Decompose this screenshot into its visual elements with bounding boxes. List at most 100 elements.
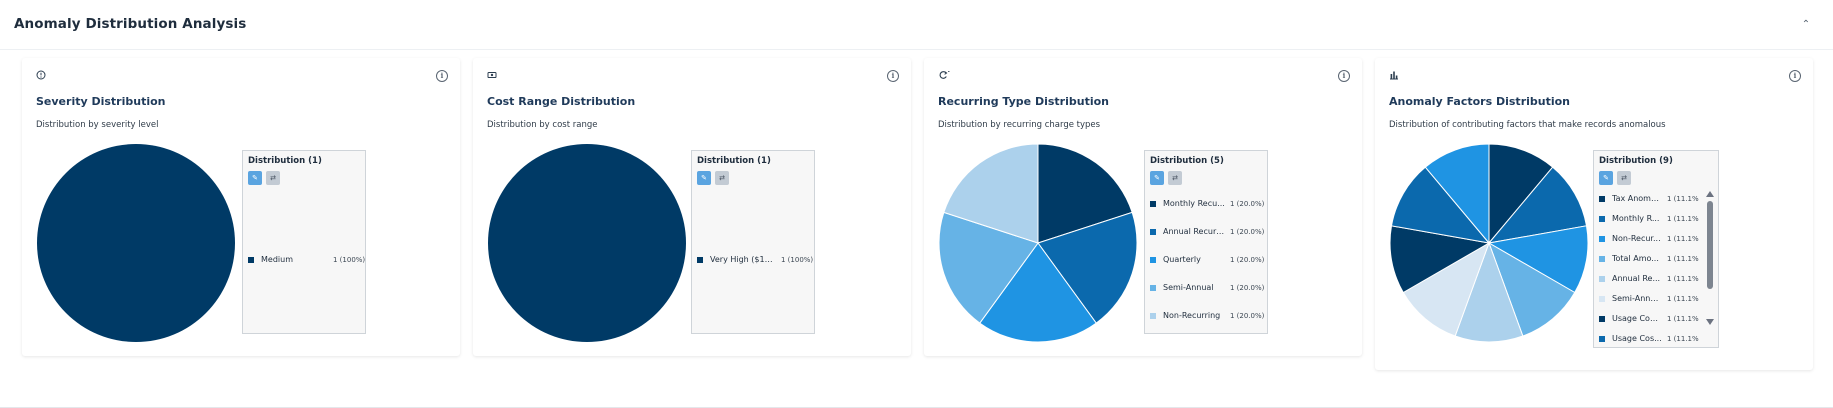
legend-value: 1 (20.0%) xyxy=(1230,284,1265,292)
legend-item[interactable]: Total Amo... 1 (11.1% xyxy=(1599,253,1713,265)
chart-legend: Distribution (1) ✎ ⇄ Medium 1 (100%) xyxy=(242,150,366,334)
card-title: Recurring Type Distribution xyxy=(938,95,1109,108)
shuffle-icon[interactable]: ⇄ xyxy=(715,171,729,185)
legend-title: Distribution (5) xyxy=(1150,156,1224,166)
pie-chart[interactable] xyxy=(938,143,1138,343)
legend-value: 1 (11.1% xyxy=(1667,215,1699,223)
money-icon xyxy=(487,70,499,82)
legend-value: 1 (11.1% xyxy=(1667,255,1699,263)
info-icon[interactable]: i xyxy=(1789,70,1801,82)
legend-label: Semi-Annual xyxy=(1163,283,1214,292)
legend-value: 1 (20.0%) xyxy=(1230,200,1265,208)
legend-label: Tax Anoma... xyxy=(1612,194,1662,203)
pie-chart[interactable] xyxy=(487,143,687,343)
scroll-down-icon[interactable] xyxy=(1706,319,1714,325)
pencil-icon[interactable]: ✎ xyxy=(1150,171,1164,185)
legend-title: Distribution (9) xyxy=(1599,156,1673,166)
legend-label: Annual Recurr... xyxy=(1163,227,1225,236)
panel-header: Anomaly Distribution Analysis ⌃ xyxy=(0,0,1833,50)
legend-item[interactable]: Annual Re... 1 (11.1% xyxy=(1599,273,1713,285)
legend-item[interactable]: Usage Cos... 1 (11.1% xyxy=(1599,333,1713,345)
legend-item[interactable]: Medium 1 (100%) xyxy=(248,254,365,266)
legend-swatch xyxy=(248,257,254,263)
card-recurring-type-distribution: i Recurring Type Distribution Distributi… xyxy=(924,58,1362,356)
legend-title: Distribution (1) xyxy=(697,156,771,166)
pie-slice[interactable] xyxy=(37,144,235,342)
legend-swatch xyxy=(1599,296,1605,302)
pencil-icon[interactable]: ✎ xyxy=(1599,171,1613,185)
bar-chart-icon xyxy=(1389,70,1401,82)
legend-item[interactable]: Semi-Annu... 1 (11.1% xyxy=(1599,293,1713,305)
card-anomaly-factors-distribution: i Anomaly Factors Distribution Distribut… xyxy=(1375,58,1813,370)
legend-swatch xyxy=(1150,257,1156,263)
card-title: Severity Distribution xyxy=(36,95,166,108)
card-subtitle: Distribution by cost range xyxy=(487,120,598,130)
legend-swatch xyxy=(697,257,703,263)
pie-slice[interactable] xyxy=(488,144,686,342)
legend-value: 1 (20.0%) xyxy=(1230,256,1265,264)
legend-label: Non-Recur... xyxy=(1612,234,1661,243)
legend-value: 1 (11.1% xyxy=(1667,235,1699,243)
legend-swatch xyxy=(1150,201,1156,207)
shuffle-icon[interactable]: ⇄ xyxy=(266,171,280,185)
info-icon[interactable]: i xyxy=(436,70,448,82)
legend-swatch xyxy=(1599,236,1605,242)
pencil-icon[interactable]: ✎ xyxy=(697,171,711,185)
legend-item[interactable]: Non-Recur... 1 (11.1% xyxy=(1599,233,1713,245)
legend-swatch xyxy=(1599,256,1605,262)
legend-label: Total Amo... xyxy=(1612,254,1659,263)
card-severity-distribution: i Severity Distribution Distribution by … xyxy=(22,58,460,356)
legend-label: Quarterly xyxy=(1163,255,1201,264)
card-title: Cost Range Distribution xyxy=(487,95,636,108)
shuffle-icon[interactable]: ⇄ xyxy=(1617,171,1631,185)
legend-item[interactable]: Quarterly 1 (20.0%) xyxy=(1150,254,1264,266)
legend-label: Very High ($10... xyxy=(710,255,776,264)
legend-value: 1 (20.0%) xyxy=(1230,312,1265,320)
legend-item[interactable]: Monthly Recu... 1 (20.0%) xyxy=(1150,198,1264,210)
shuffle-icon[interactable]: ⇄ xyxy=(1168,171,1182,185)
legend-label: Usage Cou... xyxy=(1612,314,1662,323)
info-icon[interactable]: i xyxy=(1338,70,1350,82)
legend-item[interactable]: Usage Cou... 1 (11.1% xyxy=(1599,313,1713,325)
legend-swatch xyxy=(1599,196,1605,202)
legend-label: Usage Cos... xyxy=(1612,334,1662,343)
legend-label: Semi-Annu... xyxy=(1612,294,1662,303)
scroll-up-icon[interactable] xyxy=(1706,191,1714,197)
pie-chart[interactable] xyxy=(36,143,236,343)
legend-label: Non-Recurring xyxy=(1163,311,1221,320)
legend-item[interactable]: Semi-Annual 1 (20.0%) xyxy=(1150,282,1264,294)
legend-value: 1 (11.1% xyxy=(1667,315,1699,323)
chart-legend: Distribution (5) ✎ ⇄ Monthly Recu... 1 (… xyxy=(1144,150,1268,334)
legend-item[interactable]: Tax Anoma... 1 (11.1% xyxy=(1599,193,1713,205)
legend-item[interactable]: Non-Recurring 1 (20.0%) xyxy=(1150,310,1264,322)
legend-value: 1 (11.1% xyxy=(1667,335,1699,343)
legend-swatch xyxy=(1150,229,1156,235)
scroll-thumb[interactable] xyxy=(1707,201,1713,289)
chart-legend: Distribution (9) ✎ ⇄ Tax Anoma... 1 (11.… xyxy=(1593,150,1719,348)
legend-item[interactable]: Annual Recurr... 1 (20.0%) xyxy=(1150,226,1264,238)
card-subtitle: Distribution by severity level xyxy=(36,120,159,130)
pie-chart[interactable] xyxy=(1389,143,1589,343)
card-title: Anomaly Factors Distribution xyxy=(1389,95,1571,108)
alert-circle-icon xyxy=(36,70,48,82)
legend-value: 1 (11.1% xyxy=(1667,195,1699,203)
legend-swatch xyxy=(1599,316,1605,322)
legend-title: Distribution (1) xyxy=(248,156,322,166)
legend-item[interactable]: Very High ($10... 1 (100%) xyxy=(697,254,814,266)
legend-label: Monthly R... xyxy=(1612,214,1660,223)
legend-value: 1 (20.0%) xyxy=(1230,228,1265,236)
legend-swatch xyxy=(1150,285,1156,291)
legend-label: Medium xyxy=(261,255,293,264)
chart-legend: Distribution (1) ✎ ⇄ Very High ($10... 1… xyxy=(691,150,815,334)
legend-swatch xyxy=(1599,216,1605,222)
legend-item[interactable]: Monthly R... 1 (11.1% xyxy=(1599,213,1713,225)
anomaly-distribution-panel: Anomaly Distribution Analysis ⌃ i Severi… xyxy=(0,0,1833,408)
legend-swatch xyxy=(1150,313,1156,319)
info-icon[interactable]: i xyxy=(887,70,899,82)
card-subtitle: Distribution by recurring charge types xyxy=(938,120,1101,130)
legend-scrollbar[interactable] xyxy=(1706,191,1714,325)
legend-value: 1 (100%) xyxy=(781,256,814,264)
chevron-up-icon[interactable]: ⌃ xyxy=(1799,18,1813,32)
pencil-icon[interactable]: ✎ xyxy=(248,171,262,185)
card-cost-range-distribution: i Cost Range Distribution Distribution b… xyxy=(473,58,911,356)
